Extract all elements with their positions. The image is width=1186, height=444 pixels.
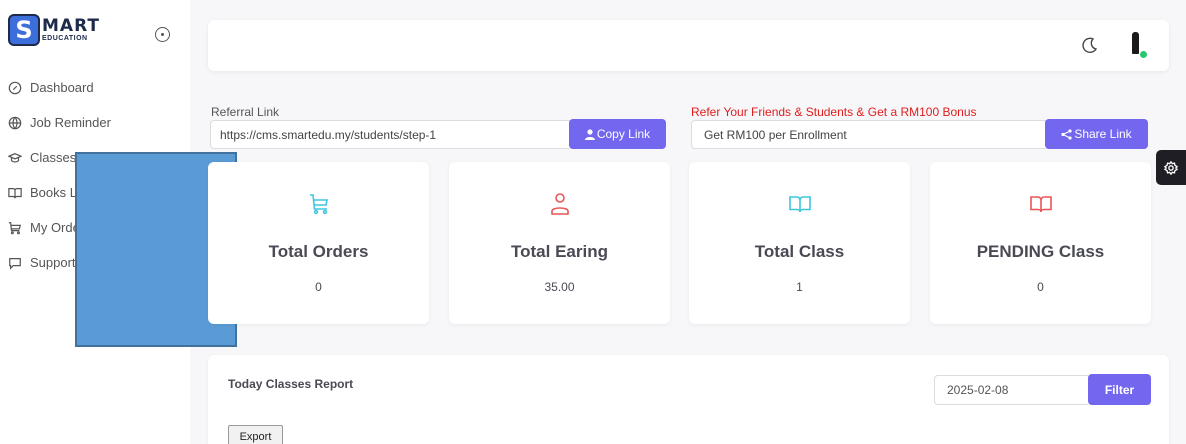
chat-icon (8, 256, 22, 270)
user-icon (584, 128, 595, 140)
referral-link-label: Referral Link (211, 105, 280, 119)
sidebar-item-job-reminder[interactable]: Job Reminder (0, 105, 190, 140)
stat-card-total-orders: Total Orders 0 (208, 162, 429, 324)
stat-card-total-earing: Total Earing 35.00 (449, 162, 670, 324)
stat-value: 35.00 (544, 280, 575, 294)
copy-link-label: Copy Link (596, 127, 651, 141)
user-icon (548, 192, 572, 216)
sidebar-item-label: Support (30, 255, 76, 270)
share-icon (1061, 128, 1072, 140)
stat-title: Total Earing (511, 242, 608, 261)
avatar[interactable] (1125, 32, 1147, 60)
logo-badge: S (8, 14, 40, 46)
stat-title: PENDING Class (976, 242, 1105, 261)
sidebar-item-label: Job Reminder (30, 115, 111, 130)
moon-icon[interactable] (1081, 36, 1099, 54)
sidebar-item-label: Dashboard (30, 80, 94, 95)
share-link-label: Share Link (1074, 127, 1132, 141)
cart-icon (8, 221, 22, 235)
stat-value: 0 (315, 280, 322, 294)
referral-link-input[interactable]: https://cms.smartedu.my/students/step-1 (210, 120, 570, 149)
filter-button[interactable]: Filter (1088, 374, 1151, 405)
share-link-button[interactable]: Share Link (1045, 119, 1148, 149)
book-open-icon (788, 192, 812, 216)
sidebar-item-label: Classes (30, 150, 77, 165)
classes-report-panel: Today Classes Report 2025-02-08 Filter E… (208, 355, 1169, 444)
stat-title: Total Class (754, 242, 845, 261)
online-status-dot (1140, 51, 1147, 58)
report-date-input[interactable]: 2025-02-08 (934, 375, 1088, 405)
globe-icon (8, 116, 22, 130)
top-navbar (208, 20, 1169, 71)
logo-sub-text: EDUCATION (42, 35, 88, 42)
stat-title: Total Orders (268, 242, 369, 261)
sidebar-toggle-button[interactable] (155, 27, 170, 42)
cart-icon (307, 192, 331, 216)
gear-icon (1164, 160, 1178, 175)
stat-card-total-class: Total Class 1 (689, 162, 910, 324)
sidebar-item-dashboard[interactable]: Dashboard (0, 70, 190, 105)
logo-text: MART EDUCATION (42, 16, 100, 43)
book-icon (8, 186, 22, 200)
stat-value: 1 (796, 280, 803, 294)
sidebar-item-label: Books L (30, 185, 77, 200)
report-title: Today Classes Report (228, 377, 354, 391)
dashboard-icon (8, 81, 22, 95)
bonus-input[interactable]: Get RM100 per Enrollment (691, 120, 1046, 149)
copy-link-button[interactable]: Copy Link (569, 119, 666, 149)
stat-card-pending-class: PENDING Class 0 (930, 162, 1151, 324)
customizer-toggle[interactable] (1156, 150, 1186, 185)
graduation-cap-icon (8, 151, 22, 165)
bonus-label: Refer Your Friends & Students & Get a RM… (691, 105, 977, 119)
export-button[interactable]: Export (228, 425, 283, 444)
logo[interactable]: S MART EDUCATION (8, 14, 100, 46)
book-open-icon (1029, 192, 1053, 216)
stat-value: 0 (1037, 280, 1044, 294)
sidebar-item-label: My Orde (30, 220, 80, 235)
logo-main-text: MART (42, 16, 100, 36)
